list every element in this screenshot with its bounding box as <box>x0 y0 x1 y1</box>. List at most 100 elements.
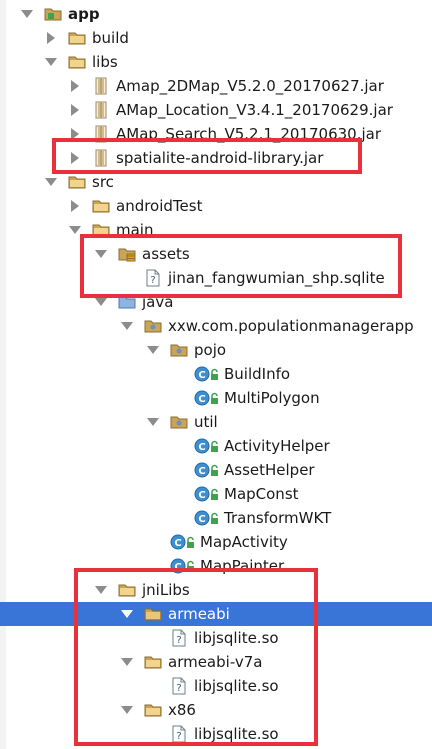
tree-row[interactable]: C MapPainter <box>0 554 432 578</box>
package-icon <box>170 413 188 431</box>
expand-arrow-icon[interactable] <box>44 55 58 69</box>
tree-row[interactable]: C ActivityHelper <box>0 434 432 458</box>
tree-item-label: AMap_Location_V3.4.1_20170629.jar <box>116 101 393 119</box>
tree-row[interactable]: C MultiPolygon <box>0 386 432 410</box>
svg-text:?: ? <box>176 635 181 646</box>
folder-icon <box>68 53 86 71</box>
expand-arrow-icon[interactable] <box>44 175 58 189</box>
expand-arrow-icon[interactable] <box>146 343 160 357</box>
tree-row[interactable]: C MapConst <box>0 482 432 506</box>
collapse-arrow-icon[interactable] <box>68 103 82 117</box>
tree-row[interactable]: Amap_2DMap_V5.2.0_20170627.jar <box>0 74 432 98</box>
svg-text:C: C <box>198 442 205 453</box>
tree-item-label: MapActivity <box>200 533 288 551</box>
expand-arrow-icon[interactable] <box>146 415 160 429</box>
tree-row[interactable]: C MapActivity <box>0 530 432 554</box>
tree-row[interactable]: androidTest <box>0 194 432 218</box>
folder-icon <box>68 29 86 47</box>
tree-row[interactable]: spatialite-android-library.jar <box>0 146 432 170</box>
folder-icon <box>118 581 136 599</box>
svg-text:C: C <box>174 538 181 549</box>
svg-text:?: ? <box>176 731 181 742</box>
collapse-arrow-icon[interactable] <box>68 151 82 165</box>
class-icon: C <box>194 461 218 479</box>
tree-row[interactable]: build <box>0 26 432 50</box>
tree-row[interactable]: java <box>0 290 432 314</box>
class-icon: C <box>194 437 218 455</box>
expand-arrow-icon[interactable] <box>94 295 108 309</box>
tree-item-label: java <box>142 293 174 311</box>
collapse-arrow-icon[interactable] <box>68 127 82 141</box>
tree-row[interactable]: assets <box>0 242 432 266</box>
svg-text:?: ? <box>150 275 155 286</box>
tree-item-label: Amap_2DMap_V5.2.0_20170627.jar <box>116 77 384 95</box>
expand-arrow-icon[interactable] <box>120 319 134 333</box>
tree-row[interactable]: AMap_Location_V3.4.1_20170629.jar <box>0 98 432 122</box>
tree-item-label: build <box>92 29 129 47</box>
tree-row[interactable]: jniLibs <box>0 578 432 602</box>
tree-row[interactable]: armeabi-v7a <box>0 650 432 674</box>
tree-item-label: libs <box>92 53 118 71</box>
unknown-file-icon: ? <box>144 269 162 287</box>
module-folder-icon <box>44 5 62 23</box>
class-icon: C <box>194 485 218 503</box>
assets-folder-icon <box>118 245 136 263</box>
svg-text:C: C <box>198 394 205 405</box>
tree-row[interactable]: ? libjsqlite.so <box>0 626 432 650</box>
tree-item-label: jinan_fangwumian_shp.sqlite <box>168 269 385 287</box>
class-icon: C <box>170 533 194 551</box>
tree-row[interactable]: pojo <box>0 338 432 362</box>
tree-row[interactable]: ? libjsqlite.so <box>0 674 432 698</box>
tree-row[interactable]: C TransformWKT <box>0 506 432 530</box>
expand-arrow-icon[interactable] <box>94 583 108 597</box>
tree-row[interactable]: ? jinan_fangwumian_shp.sqlite <box>0 266 432 290</box>
tree-item-label: AMap_Search_V5.2.1_20170630.jar <box>116 125 382 143</box>
tree-row[interactable]: x86 <box>0 698 432 722</box>
expand-arrow-icon[interactable] <box>120 607 134 621</box>
class-icon: C <box>170 557 194 575</box>
tree-row[interactable]: main <box>0 218 432 242</box>
tree-row[interactable]: C BuildInfo <box>0 362 432 386</box>
tree-item-label: pojo <box>194 341 227 359</box>
svg-text:C: C <box>198 370 205 381</box>
package-icon <box>170 341 188 359</box>
tree-row[interactable]: src <box>0 170 432 194</box>
class-icon: C <box>194 509 218 527</box>
expand-arrow-icon[interactable] <box>20 7 34 21</box>
class-icon: C <box>194 365 218 383</box>
tree-item-label: MapConst <box>224 485 299 503</box>
collapse-arrow-icon[interactable] <box>68 79 82 93</box>
tree-item-label: xxw.com.populationmanagerapp <box>168 317 414 335</box>
tree-item-label: armeabi-v7a <box>168 653 263 671</box>
tree-row[interactable]: xxw.com.populationmanagerapp <box>0 314 432 338</box>
tree-row[interactable]: AMap_Search_V5.2.1_20170630.jar <box>0 122 432 146</box>
folder-icon <box>92 221 110 239</box>
tree-row[interactable]: C AssetHelper <box>0 458 432 482</box>
tree-item-label: app <box>68 5 100 23</box>
folder-icon <box>68 173 86 191</box>
tree-row[interactable]: ? libjsqlite.so <box>0 722 432 746</box>
svg-text:?: ? <box>176 683 181 694</box>
jar-icon <box>92 77 110 95</box>
tree-item-label: BuildInfo <box>224 365 291 383</box>
tree-row[interactable]: app <box>0 2 432 26</box>
tree-item-label: x86 <box>168 701 196 719</box>
jar-icon <box>92 125 110 143</box>
tree-row[interactable]: armeabi <box>0 602 432 626</box>
tree-item-label: jniLibs <box>142 581 190 599</box>
tree-item-label: MultiPolygon <box>224 389 320 407</box>
collapse-arrow-icon[interactable] <box>44 31 58 45</box>
expand-arrow-icon[interactable] <box>68 223 82 237</box>
folder-icon <box>144 701 162 719</box>
collapse-arrow-icon[interactable] <box>68 199 82 213</box>
tree-item-label: MapPainter <box>200 557 285 575</box>
tree-item-label: libjsqlite.so <box>194 725 279 743</box>
tree-row[interactable]: util <box>0 410 432 434</box>
tree-row[interactable]: libs <box>0 50 432 74</box>
tree-item-label: src <box>92 173 114 191</box>
expand-arrow-icon[interactable] <box>120 655 134 669</box>
tree-item-label: main <box>116 221 154 239</box>
class-icon: C <box>194 389 218 407</box>
expand-arrow-icon[interactable] <box>94 247 108 261</box>
expand-arrow-icon[interactable] <box>120 703 134 717</box>
